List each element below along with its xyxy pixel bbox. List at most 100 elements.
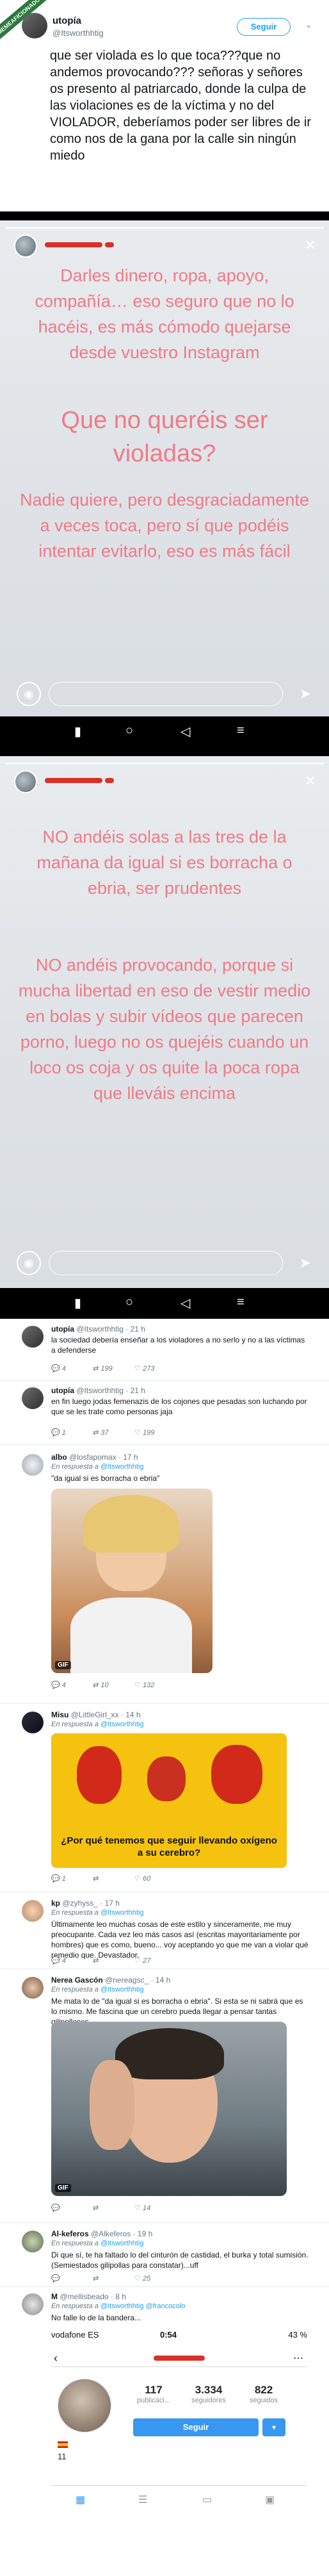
reply-icon[interactable]: 💬 — [51, 2274, 91, 2283]
reply-icon[interactable]: 💬 1 — [51, 1428, 91, 1437]
avatar[interactable] — [22, 2231, 44, 2252]
camera-icon[interactable]: ◉ — [17, 682, 41, 706]
home-icon[interactable]: ○ — [125, 723, 133, 738]
like-icon[interactable]: ♡ 132 — [134, 1681, 174, 1689]
profile-tabs: ▦ ☰ ▭ ▣ — [51, 2485, 307, 2513]
avatar[interactable] — [22, 1387, 44, 1409]
meme-image[interactable]: ¿Por qué tenemos que seguir llevando oxí… — [51, 1733, 287, 1868]
author-name[interactable]: utopía — [51, 1386, 74, 1395]
author-handle[interactable]: @Itsworthhtig — [76, 1386, 124, 1395]
share-icon[interactable]: ➤ — [300, 1255, 311, 1271]
like-icon[interactable]: ♡ 14 — [134, 2204, 174, 2212]
back-icon[interactable]: ▮ — [74, 723, 81, 739]
back-icon[interactable]: ▮ — [74, 1295, 81, 1311]
avatar[interactable] — [22, 13, 47, 38]
list-item[interactable]: utopía @Itsworthhtig · 21 h en fin luego… — [0, 1380, 329, 1444]
author-name[interactable]: Al-keferos — [51, 2229, 89, 2238]
follow-button[interactable]: Seguir — [237, 18, 291, 36]
author-handle[interactable]: @zyhyss_ — [62, 1899, 98, 1908]
reply-icon[interactable]: 💬 4 — [51, 1956, 91, 1965]
home-icon[interactable]: ○ — [125, 1295, 133, 1310]
author-name[interactable]: Nerea Gascón — [51, 1976, 103, 1985]
retweet-icon[interactable]: ⇄ 199 — [93, 1364, 132, 1373]
animated-gif[interactable]: GIF — [51, 2022, 287, 2196]
retweet-icon[interactable]: ⇄ — [93, 2274, 132, 2283]
story-avatar[interactable] — [14, 770, 37, 793]
like-icon[interactable]: ♡ 27 — [134, 1956, 174, 1965]
avatar[interactable] — [22, 1326, 44, 1348]
author-handle[interactable]: @LittleGirl_xx — [71, 1710, 119, 1719]
share-icon[interactable]: ➤ — [300, 686, 311, 702]
close-icon[interactable]: ✕ — [305, 237, 316, 254]
grid-icon[interactable]: ▦ — [76, 2493, 85, 2506]
list-item[interactable]: albo @losfapomax · 17 h En respuesta a @… — [0, 1444, 329, 1703]
recents-icon[interactable]: ◁ — [181, 1295, 190, 1311]
mention-link[interactable]: @Itsworthhtig — [100, 2240, 143, 2247]
list-item[interactable]: Nerea Gascón @nereagsc_ · 14 h En respue… — [0, 1969, 329, 2222]
author-name[interactable]: kp — [51, 1899, 60, 1908]
author-name[interactable]: utopía — [52, 15, 81, 26]
retweet-icon[interactable]: ⇄ — [93, 1874, 132, 1883]
author-name[interactable]: utopía — [51, 1325, 74, 1333]
list-item[interactable]: Al-keferos @Alkeferos · 19 h En respuest… — [0, 2222, 329, 2286]
follow-button[interactable]: Seguir — [133, 2418, 259, 2436]
close-icon[interactable]: ✕ — [305, 773, 316, 789]
chevron-down-icon[interactable]: ⌄ — [305, 19, 312, 30]
story-avatar[interactable] — [14, 235, 37, 258]
list-item[interactable]: utopía @Itsworthhtig · 21 h la sociedad … — [0, 1319, 329, 1380]
like-icon[interactable]: ♡ 60 — [134, 1874, 174, 1883]
like-icon[interactable]: ♡ 25 — [134, 2274, 174, 2283]
retweet-icon[interactable]: ⇄ 37 — [93, 1428, 132, 1437]
like-icon[interactable]: ♡ 273 — [134, 1364, 174, 1373]
tagged-icon[interactable]: ▣ — [265, 2493, 275, 2506]
author-name[interactable]: M — [51, 2292, 58, 2301]
author-handle[interactable]: @Itsworthhtig — [52, 28, 104, 38]
reply-icon[interactable]: 💬 4 — [51, 1681, 91, 1689]
author-name[interactable]: albo — [51, 1453, 67, 1462]
list-icon[interactable]: ☰ — [138, 2493, 147, 2506]
reply-icon[interactable]: 💬 1 — [51, 1874, 91, 1883]
following-stat[interactable]: 822 seguidos — [238, 2384, 289, 2404]
story-progress-bar — [5, 227, 324, 229]
avatar[interactable] — [22, 1977, 44, 1999]
avatar[interactable] — [22, 1712, 44, 1733]
like-icon[interactable]: ♡ 199 — [134, 1428, 174, 1437]
avatar[interactable] — [22, 2293, 44, 2315]
camera-icon[interactable]: ◉ — [17, 1251, 41, 1275]
mention-link[interactable]: @Itsworthhtig — [100, 1721, 143, 1728]
saved-icon[interactable]: ▭ — [202, 2493, 212, 2506]
avatar[interactable] — [22, 1900, 44, 1922]
profile-picture[interactable] — [58, 2379, 111, 2432]
retweet-icon[interactable]: ⇄ 10 — [93, 1681, 132, 1689]
mention-link[interactable]: @Itsworthhtig — [100, 1986, 143, 1994]
like-count: 25 — [143, 2275, 151, 2283]
followers-stat[interactable]: 3.334 seguidores — [183, 2384, 234, 2404]
author-handle[interactable]: @mellisbeado — [60, 2292, 108, 2301]
retweet-icon[interactable]: ⇄ — [93, 1956, 132, 1965]
back-arrow-icon[interactable]: ‹ — [54, 2352, 58, 2365]
reply-icon[interactable]: 💬 — [51, 2204, 91, 2212]
retweet-icon[interactable]: ⇄ — [93, 2204, 132, 2212]
notifications-icon[interactable]: ≡ — [237, 1295, 245, 1310]
posts-stat[interactable]: 117 publicaci... — [128, 2384, 179, 2404]
send-message-field[interactable] — [49, 1251, 283, 1275]
author-handle[interactable]: @nereagsc_ — [105, 1976, 148, 1985]
mention-link[interactable]: @Itsworthhtig — [100, 1909, 143, 1917]
author-handle[interactable]: @Itsworthhtig — [76, 1325, 124, 1333]
avatar[interactable] — [22, 1454, 44, 1476]
mention-link[interactable]: @Itsworthhtig — [100, 1463, 143, 1471]
list-item[interactable]: Misu @LittleGirl_xx · 14 h En respuesta … — [0, 1703, 329, 1892]
mention-link[interactable]: @Itsworthhtig @francocolo — [100, 2302, 185, 2310]
list-item[interactable]: kp @zyhyss_ · 17 h En respuesta a @Itswo… — [0, 1892, 329, 1969]
animated-gif[interactable]: GIF — [51, 1489, 213, 1673]
chevron-down-icon[interactable]: ▾ — [262, 2418, 285, 2436]
notifications-icon[interactable]: ≡ — [237, 723, 245, 738]
list-item[interactable]: M @mellisbeado · 8 h En respuesta a @Its… — [0, 2286, 329, 2327]
author-handle[interactable]: @losfapomax — [69, 1453, 116, 1462]
author-handle[interactable]: @Alkeferos — [91, 2229, 131, 2238]
reply-icon[interactable]: 💬 4 — [51, 1364, 91, 1373]
recents-icon[interactable]: ◁ — [181, 723, 190, 739]
send-message-field[interactable] — [49, 682, 283, 706]
author-name[interactable]: Misu — [51, 1710, 68, 1719]
more-options-icon[interactable]: ⋯ — [293, 2352, 303, 2365]
